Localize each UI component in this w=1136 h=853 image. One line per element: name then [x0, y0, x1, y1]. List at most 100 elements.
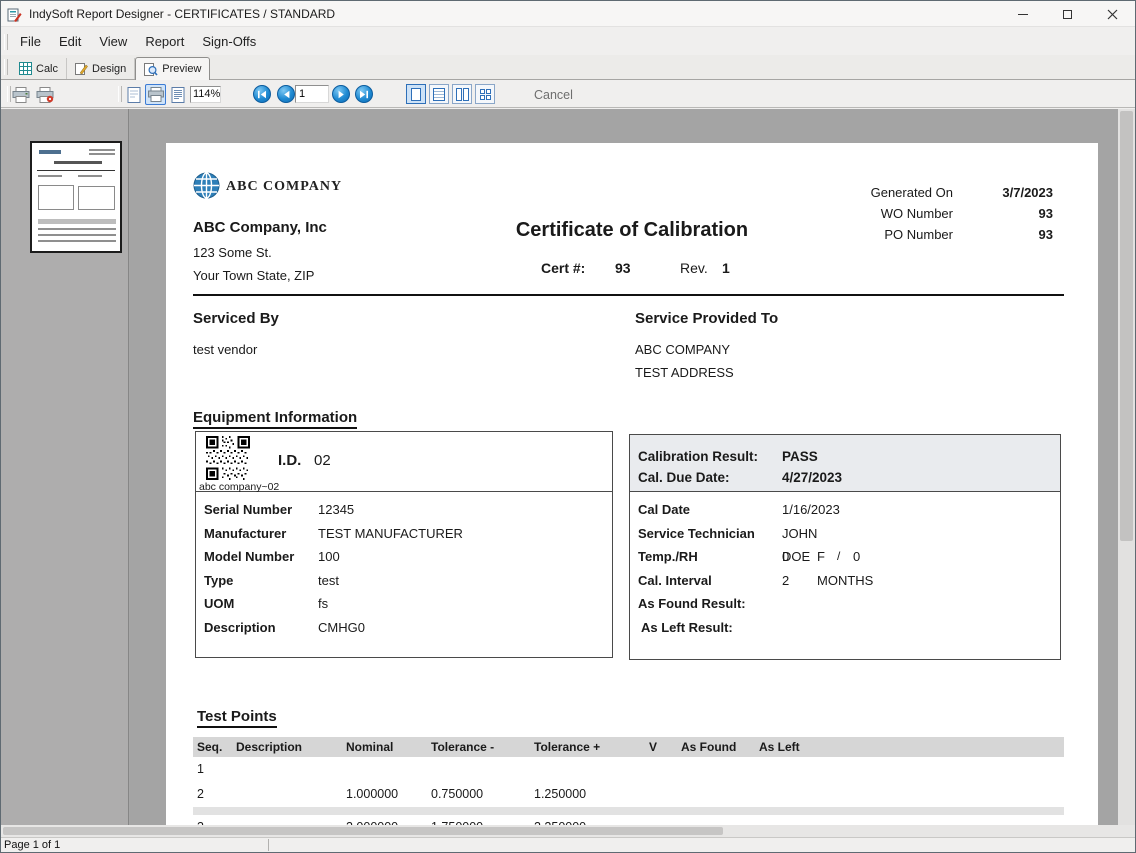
menu-sign-offs[interactable]: Sign-Offs — [193, 31, 265, 52]
field-value: TEST MANUFACTURER — [318, 526, 463, 541]
equipment-field-row: Serial Number12345 — [196, 498, 612, 522]
toolbar-grip[interactable] — [118, 86, 122, 102]
tab-calc[interactable]: Calc — [11, 58, 67, 79]
next-page-button[interactable] — [332, 85, 350, 103]
previous-page-icon — [282, 90, 291, 99]
field-value: fs — [318, 596, 328, 611]
cell — [342, 757, 427, 782]
menu-view[interactable]: View — [90, 31, 136, 52]
table-row: 2 1.000000 0.750000 1.250000 — [193, 782, 1064, 807]
cert-number-value: 93 — [615, 260, 631, 276]
company-logo-text: ABC COMPANY — [226, 179, 342, 195]
field-label: As Left Result: — [641, 616, 785, 640]
certificate-page: ABC COMPANY Generated On 3/7/2023 WO Num… — [166, 143, 1098, 825]
field-value-2: F — [817, 545, 837, 569]
print-setup-button[interactable] — [34, 84, 56, 105]
menu-report[interactable]: Report — [136, 31, 193, 52]
cell: 1.250000 — [530, 782, 645, 807]
preview-main-area: ABC COMPANY Generated On 3/7/2023 WO Num… — [1, 109, 1135, 837]
print-button[interactable] — [10, 84, 32, 105]
minimize-button[interactable] — [1000, 1, 1045, 27]
table-row: 3 2.000000 1.750000 2.250000 — [193, 815, 1064, 825]
view-whole-page-button[interactable] — [406, 84, 426, 104]
equipment-fields: Serial Number12345 ManufacturerTEST MANU… — [196, 492, 612, 640]
horizontal-scrollbar[interactable] — [1, 825, 1135, 837]
window-controls — [1000, 1, 1135, 27]
preview-magnifier-icon — [144, 63, 158, 76]
page-thumbnail[interactable] — [30, 141, 122, 253]
equipment-id-header: I.D. 02 abc company~02 — [196, 432, 612, 492]
generated-on-value: 3/7/2023 — [953, 185, 1053, 206]
column-header: Nominal — [342, 737, 427, 757]
equipment-id-value: 02 — [314, 452, 331, 469]
print-preview-button[interactable] — [145, 84, 166, 105]
calibration-field-row: Cal. Interval2MONTHS — [630, 569, 1060, 593]
cell — [677, 757, 755, 782]
view-two-pages-button[interactable] — [452, 84, 472, 104]
previous-page-button[interactable] — [277, 85, 295, 103]
last-page-button[interactable] — [355, 85, 373, 103]
field-value: test — [318, 573, 339, 588]
vertical-scrollbar[interactable] — [1118, 109, 1135, 825]
thumb-sketch — [54, 161, 102, 164]
whole-page-icon — [411, 88, 421, 101]
field-label: Description — [204, 616, 318, 640]
cell — [232, 815, 342, 825]
column-header: Tolerance + — [530, 737, 645, 757]
toolbar-grip[interactable] — [4, 59, 8, 75]
cell: 3 — [193, 815, 232, 825]
field-value: PASS — [782, 449, 818, 464]
field-label: Serial Number — [204, 498, 318, 522]
page-text-icon — [171, 87, 185, 103]
cell — [755, 757, 1064, 782]
zoom-level[interactable]: 114% — [190, 86, 221, 103]
thumb-sketch — [38, 185, 74, 210]
horizontal-scrollbar-thumb[interactable] — [3, 827, 723, 835]
page-text-button[interactable] — [167, 84, 188, 105]
calibration-field-row: Service TechnicianJOHN DOE — [630, 522, 1060, 546]
view-multiple-pages-button[interactable] — [475, 84, 495, 104]
menu-edit[interactable]: Edit — [50, 31, 90, 52]
maximize-button[interactable] — [1045, 1, 1090, 27]
thumb-sketch — [38, 175, 62, 177]
preview-canvas[interactable]: ABC COMPANY Generated On 3/7/2023 WO Num… — [130, 109, 1135, 825]
first-page-button[interactable] — [253, 85, 271, 103]
thumb-sketch — [78, 175, 102, 177]
view-page-width-button[interactable] — [429, 84, 449, 104]
menu-file[interactable]: File — [11, 31, 50, 52]
company-logo-globe-icon — [193, 172, 220, 199]
serviced-by-value: test vendor — [193, 342, 257, 357]
calibration-field-row: Cal Date1/16/2023 — [630, 498, 1060, 522]
calibration-box: Calibration Result:PASS Cal. Due Date:4/… — [629, 434, 1061, 660]
tab-label: Preview — [162, 63, 201, 75]
company-address-1: 123 Some St. — [193, 245, 272, 260]
maximize-icon — [1063, 10, 1072, 19]
qr-code-icon — [206, 436, 250, 480]
field-label: Temp./RH — [638, 545, 782, 569]
window-title: IndySoft Report Designer - CERTIFICATES … — [29, 7, 335, 21]
toolbar-grip[interactable] — [4, 34, 8, 50]
title-bar: IndySoft Report Designer - CERTIFICATES … — [1, 1, 1135, 27]
tab-design[interactable]: Design — [67, 58, 135, 79]
two-pages-icon — [456, 88, 462, 101]
page-setup-button[interactable] — [123, 84, 144, 105]
cell — [645, 757, 677, 782]
status-bar: Page 1 of 1 — [1, 837, 1135, 852]
vertical-scrollbar-thumb[interactable] — [1120, 111, 1133, 541]
calibration-result-header: Calibration Result:PASS Cal. Due Date:4/… — [630, 435, 1060, 492]
cell — [427, 757, 530, 782]
printer-icon — [12, 87, 30, 103]
page-number-input[interactable] — [295, 85, 329, 103]
cancel-button[interactable]: Cancel — [534, 88, 573, 102]
test-points-heading: Test Points — [197, 708, 277, 728]
close-button[interactable] — [1090, 1, 1135, 27]
cell — [645, 782, 677, 807]
preview-toolbar: 114% — [1, 81, 1135, 108]
document-title: Certificate of Calibration — [166, 219, 1098, 242]
serviced-by-heading: Serviced By — [193, 310, 279, 327]
tab-preview[interactable]: Preview — [135, 57, 210, 80]
service-provided-to-heading: Service Provided To — [635, 310, 778, 327]
app-window: IndySoft Report Designer - CERTIFICATES … — [0, 0, 1136, 853]
field-label: Cal Date — [638, 498, 782, 522]
cell — [530, 757, 645, 782]
